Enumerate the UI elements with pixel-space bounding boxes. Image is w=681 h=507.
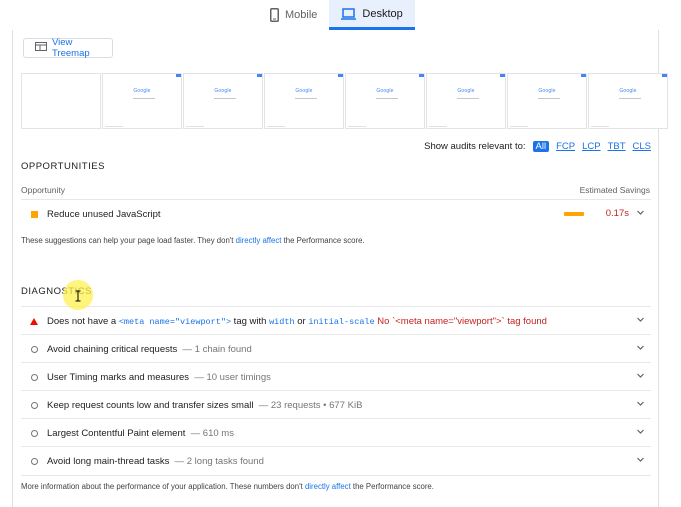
filter-chip-fcp[interactable]: FCP — [556, 141, 575, 152]
view-treemap-button[interactable]: View Treemap — [23, 37, 113, 59]
audit-title: Largest Contentful Paint element — [47, 427, 186, 439]
audit-detail: — 2 long tasks found — [174, 455, 264, 467]
chevron-down-icon[interactable] — [636, 343, 645, 355]
device-tabs: Mobile Desktop — [258, 0, 415, 30]
info-circle-icon — [21, 429, 47, 437]
audit-title: User Timing marks and measures — [47, 371, 190, 383]
audit-title: Keep request counts low and transfer siz… — [47, 399, 254, 411]
tab-mobile[interactable]: Mobile — [258, 0, 329, 30]
tab-desktop-label: Desktop — [362, 7, 403, 20]
audit-long-tasks[interactable]: Avoid long main-thread tasks — 2 long ta… — [21, 446, 651, 476]
tab-mobile-label: Mobile — [285, 9, 318, 21]
filmstrip-frame: Google — [507, 73, 587, 129]
audit-detail: — 610 ms — [190, 427, 234, 439]
chevron-down-icon[interactable] — [636, 315, 645, 327]
directly-affect-link[interactable]: directly affect — [305, 482, 351, 491]
audit-resource-summary[interactable]: Keep request counts low and transfer siz… — [21, 390, 651, 419]
audit-title: Avoid long main-thread tasks — [47, 455, 170, 467]
filter-chip-all[interactable]: All — [532, 141, 550, 152]
audit-detail: — 1 chain found — [182, 343, 252, 355]
opportunities-title: OPPORTUNITIES — [21, 161, 105, 172]
chevron-down-icon[interactable] — [636, 399, 645, 411]
chevron-down-icon[interactable] — [636, 455, 645, 467]
treemap-icon — [35, 42, 47, 54]
audit-detail: — 10 user timings — [194, 371, 271, 383]
audit-title: Does not have a <meta name="viewport"> t… — [47, 315, 547, 327]
filmstrip: Google Google Google Google Google Googl… — [21, 73, 670, 129]
info-circle-icon — [21, 457, 47, 465]
opportunity-column-header: Opportunity — [21, 185, 65, 195]
filmstrip-frame: Google — [426, 73, 506, 129]
audit-title: Reduce unused JavaScript — [47, 208, 161, 220]
filmstrip-frame: Google — [183, 73, 263, 129]
diagnostics-note: More information about the performance o… — [21, 482, 434, 491]
audit-reduce-unused-js[interactable]: Reduce unused JavaScript 0.17s — [21, 199, 651, 228]
phone-icon — [270, 8, 279, 22]
filmstrip-frame: Google — [102, 73, 182, 129]
chevron-down-icon[interactable] — [636, 208, 645, 220]
audit-lcp-element[interactable]: Largest Contentful Paint element — 610 m… — [21, 418, 651, 447]
savings-column-header: Estimated Savings — [579, 185, 650, 195]
filmstrip-frame: Google — [264, 73, 344, 129]
savings-value: 0.17s — [605, 208, 629, 219]
info-circle-icon — [21, 373, 47, 381]
view-treemap-label: View Treemap — [52, 37, 90, 59]
filter-chip-cls[interactable]: CLS — [633, 141, 651, 152]
filmstrip-frame-blank — [21, 73, 101, 129]
chevron-down-icon[interactable] — [636, 427, 645, 439]
fail-triangle-icon — [21, 317, 47, 325]
audit-filter: Show audits relevant to: All FCP LCP TBT… — [424, 141, 651, 152]
filter-chip-tbt[interactable]: TBT — [608, 141, 626, 152]
directly-affect-link[interactable]: directly affect — [236, 236, 282, 245]
filmstrip-frame: Google — [345, 73, 425, 129]
info-circle-icon — [21, 401, 47, 409]
average-marker-icon — [21, 210, 47, 218]
info-circle-icon — [21, 345, 47, 353]
opportunities-note: These suggestions can help your page loa… — [21, 236, 365, 245]
laptop-icon — [341, 7, 357, 20]
audit-critical-request-chains[interactable]: Avoid chaining critical requests — 1 cha… — [21, 334, 651, 363]
filmstrip-frame: Google — [588, 73, 668, 129]
savings-bar — [564, 212, 584, 216]
filter-chip-lcp[interactable]: LCP — [582, 141, 600, 152]
audit-detail: — 23 requests • 677 KiB — [258, 399, 363, 411]
chevron-down-icon[interactable] — [636, 371, 645, 383]
audit-filter-label: Show audits relevant to: — [424, 141, 526, 152]
text-cursor-icon — [74, 289, 82, 302]
audit-title: Avoid chaining critical requests — [47, 343, 178, 355]
audit-viewport[interactable]: Does not have a <meta name="viewport"> t… — [21, 306, 651, 335]
audit-user-timings[interactable]: User Timing marks and measures — 10 user… — [21, 362, 651, 391]
tab-desktop[interactable]: Desktop — [329, 0, 415, 30]
